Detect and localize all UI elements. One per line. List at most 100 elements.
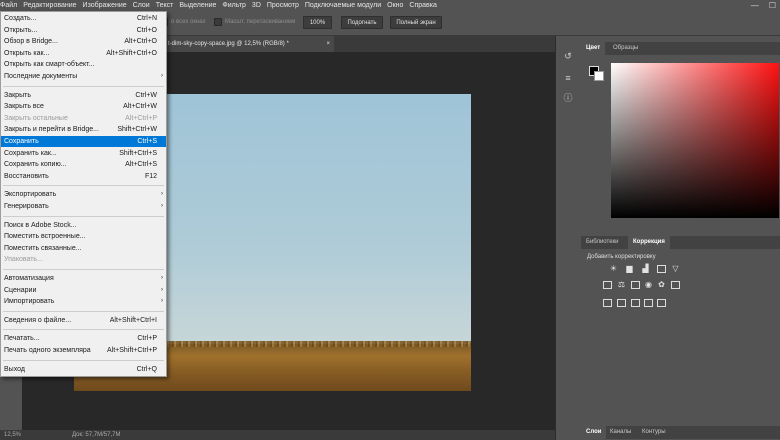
file-menu-item-shortcut: Alt+Ctrl+W (123, 103, 157, 111)
menu-3d[interactable]: 3D (249, 0, 264, 11)
channel-mixer-icon[interactable]: ✿ (657, 281, 666, 289)
file-menu-item-label: Обзор в Bridge... (4, 38, 58, 46)
file-menu-item[interactable]: Открыть как... Alt+Shift+Ctrl+O (1, 48, 166, 59)
exposure-icon[interactable] (657, 265, 666, 273)
vibrance-icon[interactable]: ▽ (671, 265, 680, 273)
file-menu-item[interactable]: Закрыть и перейти в Bridge... Shift+Ctrl+… (1, 124, 166, 135)
document-tab-title: t-dim-sky-copy-space.jpg @ 12,5% (RGB/8)… (168, 41, 289, 47)
file-menu-item[interactable]: Восстановить F12 (1, 171, 166, 182)
scrubby-zoom-checkbox[interactable] (214, 18, 222, 26)
menu-layers[interactable]: Слои (130, 0, 153, 11)
file-menu-item[interactable]: Закрыть Ctrl+W (1, 90, 166, 101)
zoom-100-button[interactable]: 100% (303, 16, 332, 29)
file-menu-item[interactable]: Выход Ctrl+Q (1, 364, 166, 375)
all-windows-label: о всех окнах (171, 19, 206, 25)
scrubby-zoom-label: Масшт. перетаскиванием (225, 19, 296, 25)
black-white-icon[interactable] (631, 281, 640, 289)
panel-icon-column: ↺ ≡ ⓘ (555, 36, 581, 440)
file-menu-item[interactable]: Последние документы › (1, 71, 166, 82)
menu-select[interactable]: Выделение (176, 0, 219, 11)
threshold-icon[interactable] (631, 299, 640, 307)
menu-edit[interactable]: Редактирование (20, 0, 79, 11)
menu-file[interactable]: Файл (0, 0, 20, 11)
gradient-map-icon[interactable] (644, 299, 653, 307)
info-icon[interactable]: ⓘ (562, 92, 574, 104)
brightness-contrast-icon[interactable]: ☀ (609, 265, 618, 273)
file-menu-item-shortcut: Alt+Ctrl+O (124, 38, 157, 46)
color-lookup-icon[interactable] (671, 281, 680, 289)
menu-plugins[interactable]: Подключаемые модули (302, 0, 384, 11)
menu-image[interactable]: Изображение (80, 0, 130, 11)
tab-libraries[interactable]: Библиотеки (581, 236, 624, 249)
file-menu-item[interactable]: Открыть... Ctrl+O (1, 25, 166, 36)
maximize-icon[interactable]: ☐ (769, 0, 776, 11)
levels-icon[interactable]: ▆ (625, 265, 634, 273)
tab-color[interactable]: Цвет (581, 42, 606, 55)
menu-filter[interactable]: Фильтр (219, 0, 249, 11)
file-menu-item-label: Закрыть (4, 91, 31, 99)
background-color-swatch[interactable] (594, 71, 604, 81)
file-menu-item[interactable]: Создать... Ctrl+N (1, 13, 166, 24)
submenu-arrow-icon: › (161, 286, 163, 293)
menu-type[interactable]: Текст (153, 0, 177, 11)
file-menu-item-label: Печать одного экземпляра (4, 347, 91, 354)
file-menu-item[interactable]: Поиск в Adobe Stock... (1, 220, 166, 231)
file-menu-item[interactable]: Печатать... Ctrl+P (1, 333, 166, 344)
selective-color-icon[interactable] (657, 299, 666, 307)
file-menu-item[interactable]: Закрыть все Alt+Ctrl+W (1, 101, 166, 112)
tab-channels[interactable]: Каналы (605, 426, 636, 439)
file-menu-item[interactable]: Поместить связанные... (1, 243, 166, 254)
tab-layers[interactable]: Слои (581, 426, 607, 439)
file-menu-item-shortcut: Ctrl+W (135, 91, 157, 99)
file-menu-item-label: Печатать... (4, 335, 40, 343)
file-menu-item[interactable]: Печать одного экземпляра Alt+Shift+Ctrl+P (1, 345, 166, 356)
tab-adjustments[interactable]: Коррекция (628, 236, 670, 249)
file-menu-item[interactable]: Генерировать › (1, 201, 166, 212)
invert-icon[interactable] (603, 299, 612, 307)
file-menu-item-shortcut: Alt+Shift+Ctrl+O (106, 49, 157, 57)
photo-filter-icon[interactable]: ◉ (644, 281, 653, 289)
tab-swatches[interactable]: Образцы (608, 42, 643, 55)
file-menu-item[interactable]: Поместить встроенные... (1, 231, 166, 242)
hue-saturation-icon[interactable] (603, 281, 612, 289)
file-menu-item-label: Импортировать (4, 298, 55, 306)
document-tab[interactable]: t-dim-sky-copy-space.jpg @ 12,5% (RGB/8)… (164, 36, 334, 52)
file-menu-item[interactable]: Сохранить как... Shift+Ctrl+S (1, 148, 166, 159)
file-menu-item: Упаковать... (1, 254, 166, 265)
file-menu-item-label: Поиск в Adobe Stock... (4, 221, 77, 229)
fit-screen-button[interactable]: Подогнать (341, 16, 383, 29)
file-menu-item[interactable]: Автоматизация › (1, 273, 166, 284)
file-menu-item-label: Закрыть все (4, 103, 44, 111)
menu-view[interactable]: Просмотр (264, 0, 302, 11)
file-menu-item[interactable]: Сценарии › (1, 285, 166, 296)
file-menu-item[interactable]: Сохранить копию... Alt+Ctrl+S (1, 159, 166, 170)
curves-icon[interactable]: ▟ (641, 265, 650, 273)
file-menu-item[interactable]: Сохранить Ctrl+S (1, 136, 166, 147)
menu-help[interactable]: Справка (406, 0, 439, 11)
file-menu-item-shortcut: Alt+Shift+Ctrl+I (109, 316, 157, 324)
submenu-arrow-icon: › (161, 275, 163, 281)
history-icon[interactable]: ↺ (562, 50, 574, 62)
fullscreen-button[interactable]: Полный экран (390, 16, 442, 29)
file-menu-item-label: Создать... (4, 15, 37, 22)
adjustments-sliders-icon[interactable]: ≡ (562, 72, 574, 84)
menu-window[interactable]: Окно (384, 0, 406, 11)
file-menu-item-shortcut: Ctrl+N (136, 15, 157, 22)
adjust-panel-tabs: Библиотеки Коррекция (581, 236, 780, 249)
color-balance-icon[interactable]: ⚖ (617, 281, 626, 289)
color-picker-field[interactable] (611, 63, 779, 218)
file-menu-item-label: Сохранить (4, 138, 39, 145)
file-menu-item[interactable]: Экспортировать › (1, 189, 166, 200)
file-menu-item[interactable]: Обзор в Bridge... Alt+Ctrl+O (1, 36, 166, 47)
status-zoom[interactable]: 12,5% (4, 430, 21, 440)
minimize-icon[interactable]: — (751, 0, 759, 11)
menu-separator (3, 185, 164, 187)
file-menu-item[interactable]: Открыть как смарт-объект... (1, 59, 166, 70)
file-menu-item[interactable]: Импортировать › (1, 296, 166, 307)
tab-paths[interactable]: Контуры (637, 426, 671, 439)
posterize-icon[interactable] (617, 299, 626, 307)
file-menu-item-label: Закрыть и перейти в Bridge... (4, 126, 99, 134)
close-tab-icon[interactable]: × (326, 36, 330, 52)
menu-separator (3, 359, 164, 361)
file-menu-item[interactable]: Сведения о файле... Alt+Shift+Ctrl+I (1, 315, 166, 326)
